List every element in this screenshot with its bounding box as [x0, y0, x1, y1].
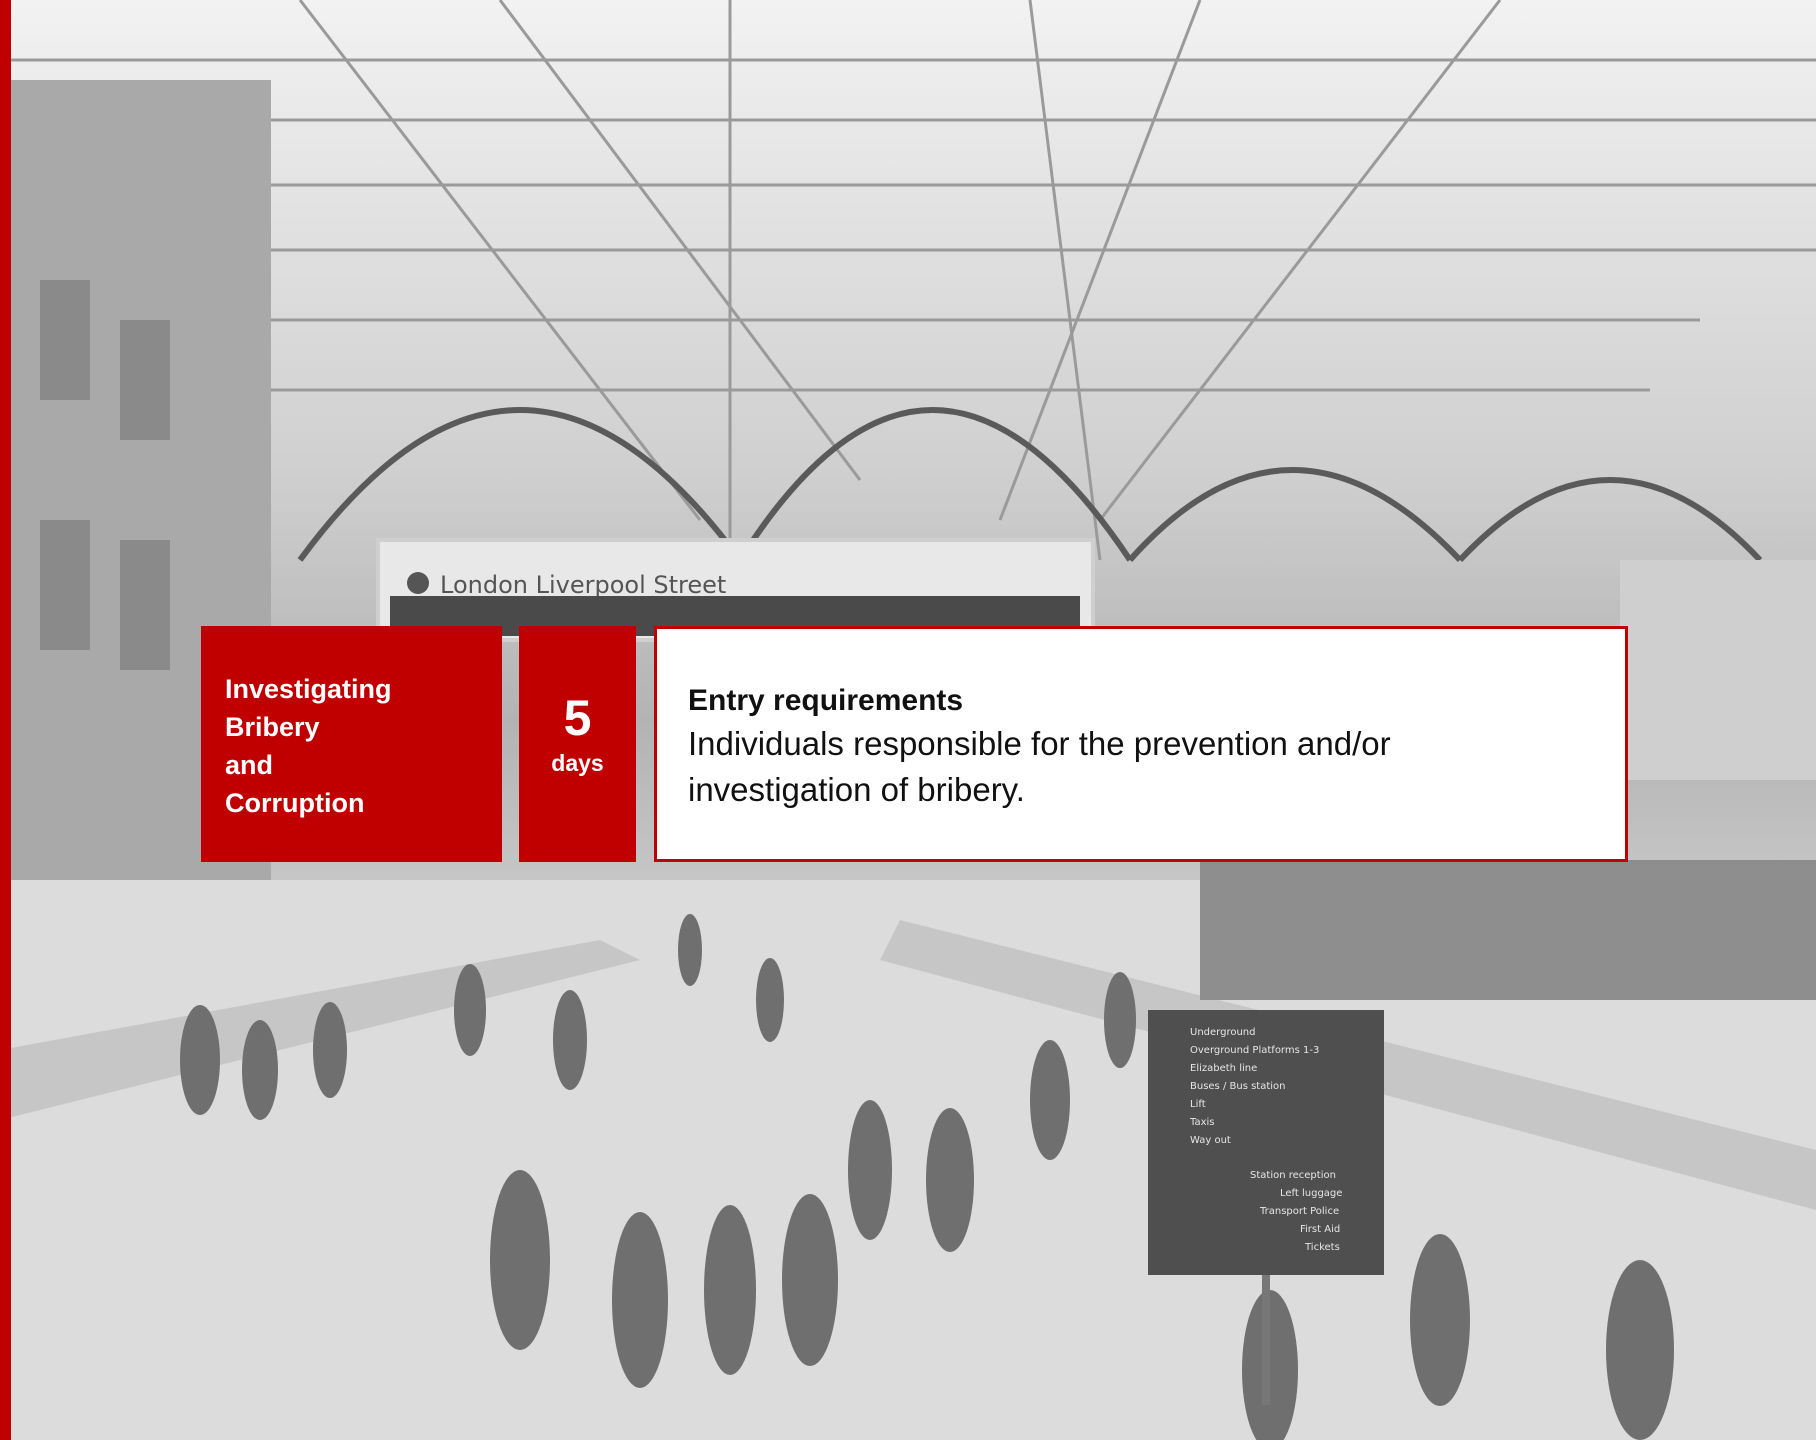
- sign-lift: Lift: [1190, 1099, 1206, 1110]
- sign-way-out: Way out: [1190, 1135, 1231, 1146]
- sign-buses: Buses / Bus station: [1190, 1081, 1286, 1092]
- course-title-line-4: Corruption: [225, 788, 365, 818]
- course-duration-card: 5 days: [519, 626, 636, 862]
- sign-elizabeth-line: Elizabeth line: [1190, 1063, 1257, 1074]
- station-logo-icon: [407, 572, 429, 594]
- accent-side-bar: [0, 0, 11, 1440]
- sign-overground: Overground Platforms 1-3: [1190, 1045, 1319, 1056]
- sign-post: [1262, 1275, 1270, 1405]
- entry-requirements-heading: Entry requirements: [688, 684, 964, 717]
- sign-taxis: Taxis: [1189, 1117, 1215, 1128]
- station-board-title: London Liverpool Street: [440, 571, 726, 599]
- right-canopy: [1620, 560, 1816, 780]
- sign-underground: Underground: [1190, 1027, 1255, 1038]
- sign-left-luggage: Left luggage: [1280, 1188, 1342, 1199]
- entry-requirements-card: Entry requirements Individuals responsib…: [654, 626, 1628, 862]
- course-title-line-3: and: [225, 750, 274, 780]
- sign-station-reception: Station reception: [1250, 1170, 1336, 1181]
- ticket-barriers: [1200, 860, 1816, 1000]
- duration-value: 5: [563, 690, 592, 746]
- sign-first-aid: First Aid: [1300, 1224, 1340, 1235]
- roof-structure: [0, 0, 1816, 561]
- roof-arches: [297, 407, 1763, 563]
- entry-requirements-text: Individuals responsible for the preventi…: [688, 725, 1391, 808]
- course-title-line-1: Investigating: [225, 674, 392, 704]
- sign-transport-police: Transport Police: [1259, 1206, 1339, 1217]
- course-title-card: Investigating Bribery and Corruption: [201, 626, 502, 862]
- sign-tickets: Tickets: [1304, 1242, 1340, 1253]
- duration-unit: days: [551, 750, 604, 776]
- course-title-line-2: Bribery: [225, 712, 320, 742]
